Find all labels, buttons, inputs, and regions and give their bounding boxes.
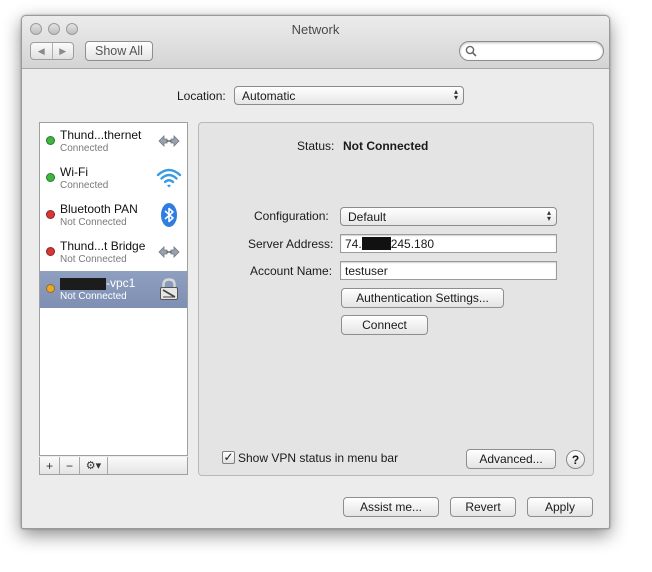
apply-button[interactable]: Apply — [527, 497, 593, 517]
status-value: Not Connected — [343, 139, 429, 153]
revert-button[interactable]: Revert — [450, 497, 516, 517]
server-address-input[interactable]: 74. 245.180 — [340, 234, 557, 253]
back-forward-control: ◀ ▶ — [30, 42, 74, 60]
location-label: Location: — [177, 89, 226, 103]
search-icon — [465, 45, 477, 57]
service-item-vpn[interactable]: -vpc1 Not Connected — [40, 271, 187, 308]
wifi-icon — [156, 168, 182, 188]
show-all-button[interactable]: Show All — [85, 41, 153, 61]
status-dot-red — [46, 210, 55, 219]
ethernet-arrows-icon — [158, 135, 180, 147]
show-vpn-status-label: Show VPN status in menu bar — [238, 451, 399, 465]
bridge-arrows-icon — [158, 246, 180, 258]
status-dot-green — [46, 173, 55, 182]
window-title: Network — [291, 22, 340, 37]
popup-arrows-icon: ▴ ▾ — [546, 208, 551, 223]
remove-service-button[interactable]: − — [60, 457, 80, 474]
service-name: Thund...thernet — [60, 128, 142, 142]
titlebar: Network ◀ ▶ Show All — [22, 16, 609, 69]
status-label: Status: — [297, 139, 335, 153]
location-value: Automatic — [242, 88, 296, 103]
account-name-label: Account Name: — [250, 264, 333, 278]
service-name: Wi-Fi — [60, 165, 88, 179]
status-dot-yellow — [46, 284, 55, 293]
show-vpn-status-checkbox[interactable]: ✓ — [222, 451, 235, 464]
service-item-thunderbolt-ethernet[interactable]: Thund...thernet Connected — [40, 123, 187, 160]
service-list: Thund...thernet Connected Wi-Fi Connecte… — [39, 122, 188, 456]
service-status: Connected — [60, 180, 109, 191]
service-name: Thund...t Bridge — [60, 239, 146, 253]
search-input[interactable] — [459, 41, 604, 61]
location-popup[interactable]: Automatic ▴ ▾ — [234, 86, 464, 105]
status-dot-red — [46, 247, 55, 256]
service-name: Bluetooth PAN — [60, 202, 138, 216]
advanced-button[interactable]: Advanced... — [466, 449, 556, 469]
service-item-wifi[interactable]: Wi-Fi Connected — [40, 160, 187, 197]
configuration-popup[interactable]: Default ▴ ▾ — [340, 207, 557, 226]
bluetooth-icon — [161, 203, 177, 227]
forward-button[interactable]: ▶ — [51, 43, 74, 59]
service-item-bluetooth-pan[interactable]: Bluetooth PAN Not Connected — [40, 197, 187, 234]
network-preferences-window: Network ◀ ▶ Show All Location: Automatic… — [21, 15, 610, 529]
help-button[interactable]: ? — [566, 450, 585, 469]
server-address-prefix: 74. — [345, 236, 362, 251]
assist-me-button[interactable]: Assist me... — [343, 497, 439, 517]
back-button[interactable]: ◀ — [31, 43, 52, 59]
popup-arrows-icon: ▴ ▾ — [453, 87, 458, 102]
gear-menu-button[interactable]: ⚙▾ — [80, 457, 108, 474]
account-name-value: testuser — [345, 263, 388, 278]
configuration-value: Default — [348, 209, 387, 224]
connect-button[interactable]: Connect — [341, 315, 428, 335]
service-list-toolbar: + − ⚙▾ — [39, 457, 188, 475]
redacted-block — [361, 237, 391, 250]
service-name: -vpc1 — [60, 276, 135, 290]
authentication-settings-button[interactable]: Authentication Settings... — [341, 288, 504, 308]
service-status: Connected — [60, 143, 109, 154]
service-status: Not Connected — [60, 291, 127, 302]
configuration-label: Configuration: — [254, 209, 329, 223]
service-item-thunderbolt-bridge[interactable]: Thund...t Bridge Not Connected — [40, 234, 187, 271]
status-dot-green — [46, 136, 55, 145]
server-address-label: Server Address: — [248, 237, 334, 251]
vpn-detail-panel: Status: Not Connected Configuration: Def… — [198, 122, 594, 476]
server-address-suffix: 245.180 — [390, 236, 435, 251]
service-status: Not Connected — [60, 254, 127, 265]
service-status: Not Connected — [60, 217, 127, 228]
vpn-lock-icon — [160, 278, 178, 300]
service-name-suffix: -vpc1 — [106, 276, 136, 290]
redacted-block — [60, 277, 106, 290]
add-service-button[interactable]: + — [40, 457, 60, 474]
account-name-input[interactable]: testuser — [340, 261, 557, 280]
